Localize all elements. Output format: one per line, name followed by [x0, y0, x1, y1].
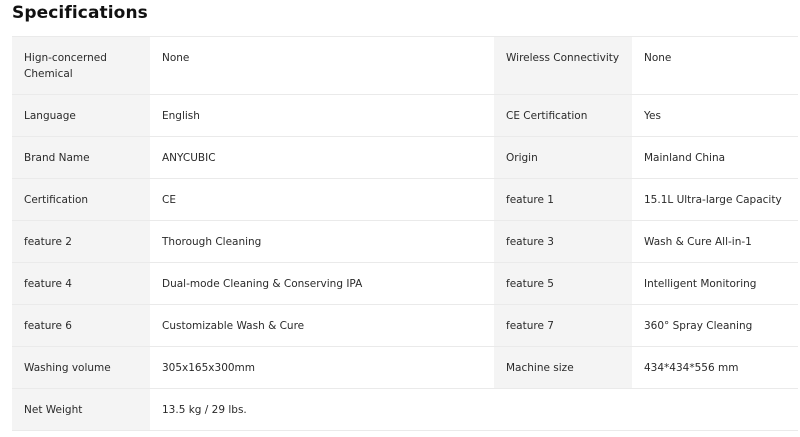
spec-key: Wireless Connectivity	[494, 36, 632, 95]
spec-value: Dual-mode Cleaning & Conserving IPA	[150, 262, 494, 305]
spec-value: 360° Spray Cleaning	[632, 304, 798, 347]
spec-key: Hign-concerned Chemical	[12, 36, 150, 95]
spec-value: 434*434*556 mm	[632, 346, 798, 389]
empty-cell	[494, 388, 632, 431]
spec-key: feature 5	[494, 262, 632, 305]
spec-value: None	[150, 36, 494, 95]
spec-key: CE Certification	[494, 94, 632, 137]
spec-value: Intelligent Monitoring	[632, 262, 798, 305]
table-row: Language English CE Certification Yes	[12, 94, 798, 137]
spec-value: 305x165x300mm	[150, 346, 494, 389]
spec-key: Net Weight	[12, 388, 150, 431]
spec-key: Origin	[494, 136, 632, 179]
table-row: Certification CE feature 1 15.1L Ultra-l…	[12, 178, 798, 221]
spec-value: Thorough Cleaning	[150, 220, 494, 263]
empty-cell	[632, 388, 798, 431]
spec-key: feature 1	[494, 178, 632, 221]
spec-value: 15.1L Ultra-large Capacity	[632, 178, 798, 221]
spec-key: Brand Name	[12, 136, 150, 179]
spec-key: feature 6	[12, 304, 150, 347]
table-row: Hign-concerned Chemical None Wireless Co…	[12, 36, 798, 95]
table-row: feature 6 Customizable Wash & Cure featu…	[12, 304, 798, 347]
spec-key: feature 3	[494, 220, 632, 263]
spec-value: Yes	[632, 94, 798, 137]
spec-key: Washing volume	[12, 346, 150, 389]
spec-value: CE	[150, 178, 494, 221]
spec-value: English	[150, 94, 494, 137]
spec-key: feature 4	[12, 262, 150, 305]
spec-key: Certification	[12, 178, 150, 221]
table-row: Brand Name ANYCUBIC Origin Mainland Chin…	[12, 136, 798, 179]
spec-value: Customizable Wash & Cure	[150, 304, 494, 347]
specifications-page: Specifications Hign-concerned Chemical N…	[0, 0, 800, 437]
spec-key: feature 2	[12, 220, 150, 263]
table-row: feature 2 Thorough Cleaning feature 3 Wa…	[12, 220, 798, 263]
table-row: feature 4 Dual-mode Cleaning & Conservin…	[12, 262, 798, 305]
spec-key: Machine size	[494, 346, 632, 389]
spec-key: feature 7	[494, 304, 632, 347]
table-row: Net Weight 13.5 kg / 29 lbs.	[12, 388, 798, 431]
spec-value: None	[632, 36, 798, 95]
spec-key: Language	[12, 94, 150, 137]
spec-value: 13.5 kg / 29 lbs.	[150, 388, 494, 431]
page-title: Specifications	[12, 3, 148, 23]
spec-value: ANYCUBIC	[150, 136, 494, 179]
table-row: Washing volume 305x165x300mm Machine siz…	[12, 346, 798, 389]
spec-value: Wash & Cure All-in-1	[632, 220, 798, 263]
specifications-table: Hign-concerned Chemical None Wireless Co…	[12, 36, 798, 431]
spec-value: Mainland China	[632, 136, 798, 179]
